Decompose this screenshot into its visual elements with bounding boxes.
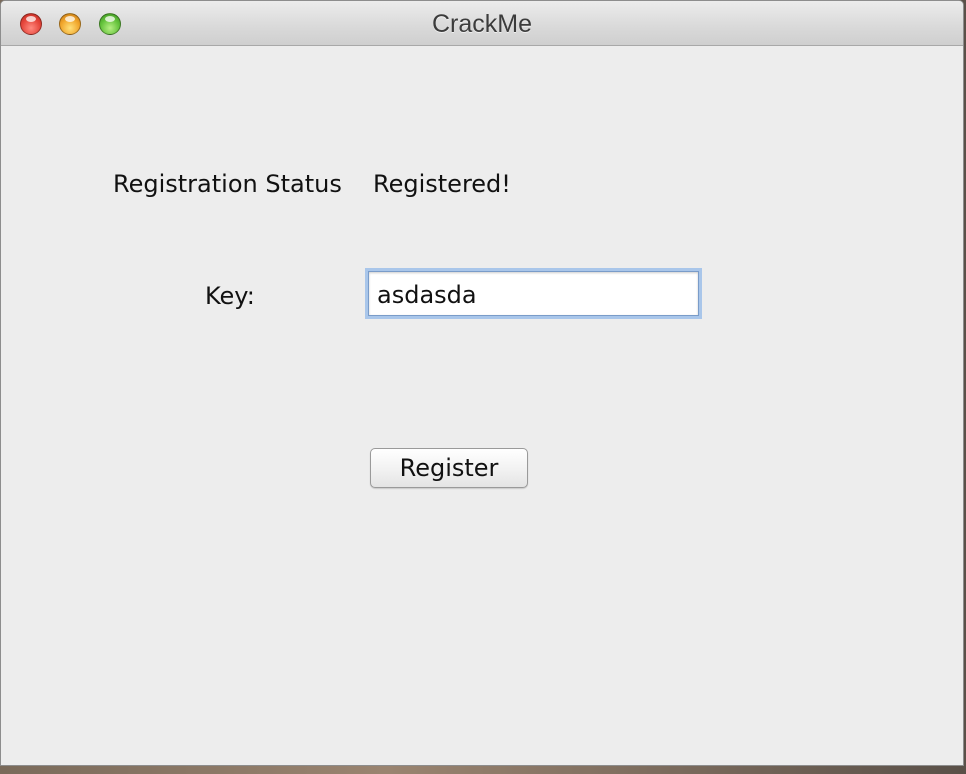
key-input[interactable] — [368, 271, 699, 316]
title-bar[interactable]: CrackMe — [1, 1, 963, 46]
register-button[interactable]: Register — [370, 448, 528, 488]
key-label: Key: — [205, 282, 255, 310]
crackme-window: CrackMe Registration Status Registered! … — [0, 0, 964, 766]
registration-status-label: Registration Status — [113, 170, 342, 198]
registration-status-value: Registered! — [373, 170, 511, 198]
window-title: CrackMe — [431, 10, 532, 38]
